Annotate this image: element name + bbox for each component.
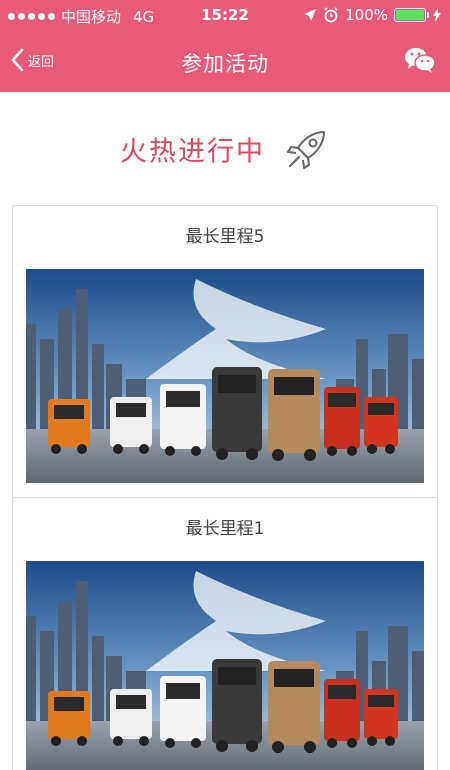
activity-card[interactable]: 最长里程5	[12, 205, 438, 498]
status-right: 100%	[303, 6, 442, 24]
charging-bolt-icon	[433, 8, 441, 22]
location-arrow-icon	[304, 9, 317, 21]
nav-bar: 返回 参加活动	[0, 32, 450, 92]
rocket-icon	[287, 131, 326, 169]
section-title: 火热进行中	[119, 136, 265, 168]
wechat-icon	[405, 48, 436, 73]
wechat-share-button[interactable]	[404, 46, 436, 74]
section-heading: 火热进行中	[0, 126, 450, 172]
battery-icon	[394, 8, 429, 22]
activity-image[interactable]	[26, 561, 424, 770]
activity-title: 最长里程1	[185, 519, 265, 539]
activity-card[interactable]: 最长里程1	[12, 497, 438, 770]
header-bar: 中国移动 4G 15:22 100% 返回 参加活动	[0, 0, 450, 92]
page-title: 参加活动	[181, 52, 269, 76]
activity-title: 最长里程5	[185, 227, 265, 247]
status-bar: 中国移动 4G 15:22 100%	[0, 0, 450, 32]
activity-image[interactable]	[26, 269, 424, 483]
battery-fill	[396, 10, 424, 20]
battery-percent: 100%	[345, 6, 388, 24]
alarm-clock-icon	[324, 7, 338, 23]
trucks-photo	[26, 561, 424, 770]
trucks-photo	[26, 269, 424, 483]
